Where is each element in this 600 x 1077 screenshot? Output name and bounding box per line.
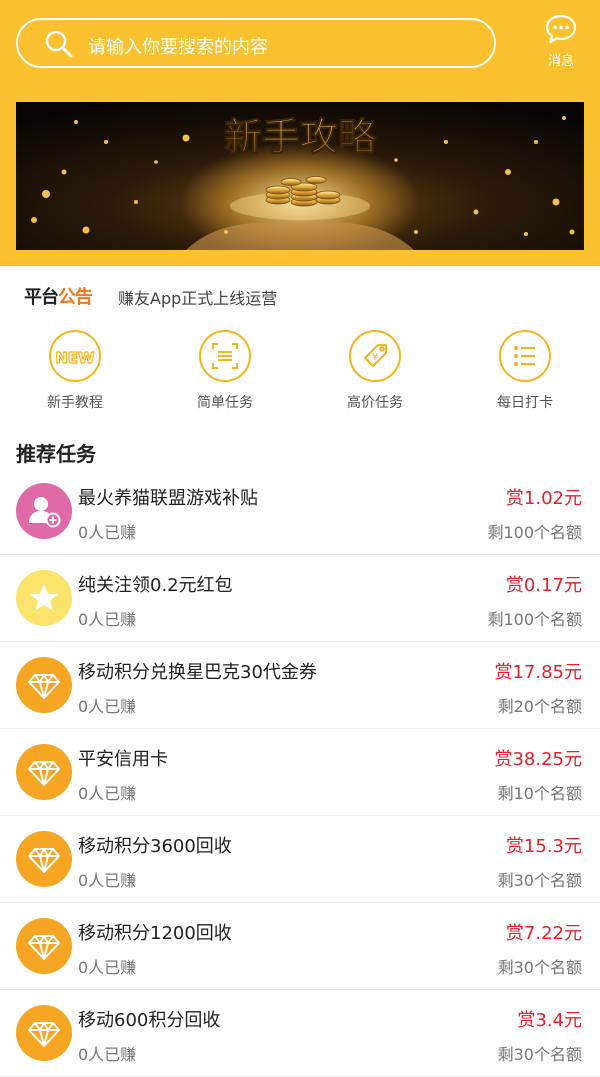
banner-title: 新手攻略 [224,115,377,159]
task-reward: 赏3.4元 [517,1010,582,1031]
list-icon [499,330,551,382]
section-title: 推荐任务 [16,442,96,466]
scan-icon [199,330,251,382]
notice-text: 赚友App正式上线运营 [118,289,278,308]
task-title: 最火养猫联盟游戏补贴 [78,488,258,509]
task-reward: 赏17.85元 [494,662,582,683]
search-placeholder: 请输入你要搜索的内容 [88,37,268,58]
task-reward: 赏38.25元 [494,749,582,770]
task-earned-count: 0人已赚 [78,523,137,542]
quick-action-high-price[interactable]: ¥ 高价任务 [300,330,450,412]
add-user-icon [16,483,72,539]
task-reward: 赏0.17元 [505,575,582,596]
notice-logo: 平台公告 [24,283,93,309]
task-earned-count: 0人已赚 [78,697,137,716]
task-remaining: 剩30个名额 [497,871,582,890]
quick-action-label: 高价任务 [347,395,403,411]
price-tag-icon: ¥ [349,330,401,382]
diamond-icon [16,1005,72,1061]
notice-logo-part1: 平台 [24,287,59,308]
messages-label: 消息 [547,54,574,69]
task-reward: 赏7.22元 [505,923,582,944]
diamond-icon [16,657,72,713]
task-earned-count: 0人已赚 [78,1045,137,1064]
diamond-icon [16,744,72,800]
task-row[interactable]: 移动积分1200回收 0人已赚 赏7.22元 剩30个名额 [0,903,600,990]
task-row[interactable]: 平安信用卡 0人已赚 赏38.25元 剩10个名额 [0,729,600,816]
task-remaining: 剩100个名额 [487,523,582,542]
quick-action-label: 新手教程 [47,395,103,411]
task-remaining: 剩30个名额 [497,958,582,977]
quick-action-label: 每日打卡 [497,395,553,411]
task-earned-count: 0人已赚 [78,784,137,803]
banner-image: 新手攻略 [16,102,584,250]
task-title: 平安信用卡 [78,749,168,770]
task-title: 移动积分兑换星巴克30代金券 [78,662,317,683]
quick-action-label: 简单任务 [197,395,253,411]
notice-logo-part2: 公告 [58,287,93,308]
task-reward: 赏15.3元 [505,836,582,857]
task-earned-count: 0人已赚 [78,610,137,629]
task-row[interactable]: 纯关注领0.2元红包 0人已赚 赏0.17元 剩100个名额 [0,555,600,642]
top-bar: 请输入你要搜索的内容 消息 新手攻略 [0,0,600,266]
search-input[interactable]: 请输入你要搜索的内容 [16,18,496,68]
task-title: 移动积分3600回收 [78,836,232,857]
quick-action-check-in[interactable]: 每日打卡 [450,330,600,412]
task-remaining: 剩10个名额 [497,784,582,803]
new-icon: NEW [49,330,101,382]
task-remaining: 剩100个名额 [487,610,582,629]
star-icon [16,570,72,626]
task-list: 最火养猫联盟游戏补贴 0人已赚 赏1.02元 剩100个名额 纯关注领0.2元红… [0,468,600,1077]
chat-bubble-icon [545,14,577,44]
platform-notice[interactable]: 平台公告 赚友App正式上线运营 [0,266,600,322]
quick-action-tutorial[interactable]: NEW 新手教程 [0,330,150,412]
task-remaining: 剩20个名额 [497,697,582,716]
task-remaining: 剩30个名额 [497,1045,582,1064]
diamond-icon [16,831,72,887]
task-title: 移动600积分回收 [78,1010,221,1031]
task-row[interactable]: 最火养猫联盟游戏补贴 0人已赚 赏1.02元 剩100个名额 [0,468,600,555]
promo-banner[interactable]: 新手攻略 [16,102,584,250]
task-reward: 赏1.02元 [505,488,582,509]
quick-actions: NEW 新手教程 简单任务 ¥ 高价任务 每日打卡 [0,322,600,422]
task-earned-count: 0人已赚 [78,871,137,890]
svg-text:¥: ¥ [372,352,378,363]
messages-button[interactable]: 消息 [536,14,586,69]
quick-action-simple[interactable]: 简单任务 [150,330,300,412]
svg-text:NEW: NEW [55,349,95,367]
task-title: 移动积分1200回收 [78,923,232,944]
task-row[interactable]: 移动积分兑换星巴克30代金券 0人已赚 赏17.85元 剩20个名额 [0,642,600,729]
diamond-icon [16,918,72,974]
task-row[interactable]: 移动600积分回收 0人已赚 赏3.4元 剩30个名额 [0,990,600,1077]
task-earned-count: 0人已赚 [78,958,137,977]
task-title: 纯关注领0.2元红包 [78,575,233,596]
task-row[interactable]: 移动积分3600回收 0人已赚 赏15.3元 剩30个名额 [0,816,600,903]
search-icon [45,30,73,58]
